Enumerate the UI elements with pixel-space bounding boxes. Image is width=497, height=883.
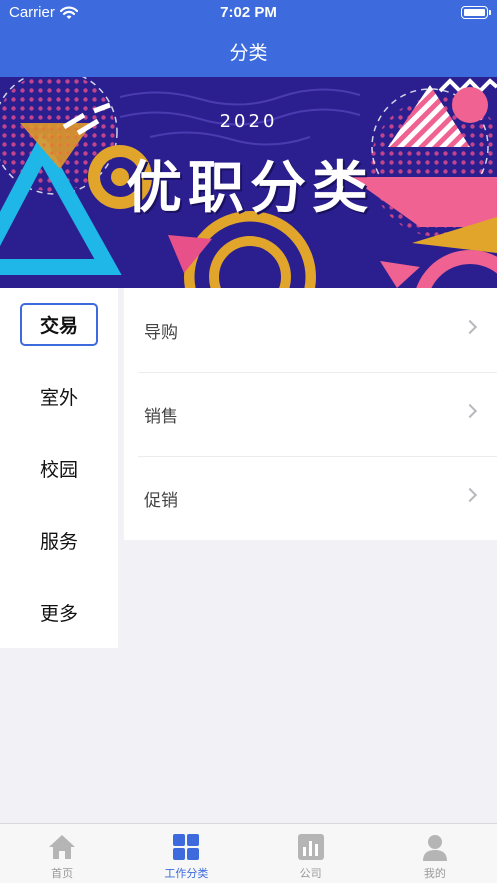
tab-company[interactable]: 公司: [249, 824, 373, 883]
status-time: 7:02 PM: [220, 4, 277, 21]
tab-label: 公司: [299, 867, 322, 880]
chevron-right-icon: [462, 319, 478, 335]
tab-profile[interactable]: 我的: [373, 824, 497, 883]
category-sidebar: 交易 室外 校园 服务 更多: [0, 288, 118, 823]
battery-icon: [461, 6, 491, 19]
list-item-label: 销售: [144, 406, 178, 427]
status-bar: Carrier 7:02 PM: [0, 0, 497, 28]
grid-icon: [173, 834, 200, 860]
tab-label: 我的: [423, 867, 446, 880]
sidebar-item-label: 室外: [39, 386, 78, 409]
subcategory-panel: 导购 销售 促销: [118, 288, 497, 823]
list-item-shopping-guide[interactable]: 导购: [124, 288, 497, 372]
list-item-sales[interactable]: 销售: [124, 372, 497, 456]
user-icon: [422, 835, 447, 861]
sidebar-item-label: 校园: [39, 458, 78, 481]
list-item-label: 促销: [144, 490, 178, 511]
chevron-right-icon: [462, 403, 478, 419]
tab-label: 首页: [51, 867, 74, 880]
tab-bar: 首页 工作分类 公司 我的: [0, 823, 497, 883]
chevron-right-icon: [462, 487, 478, 503]
tab-home[interactable]: 首页: [0, 824, 124, 883]
sidebar-item-more[interactable]: 更多: [0, 576, 118, 648]
bar-chart-icon: [297, 834, 324, 860]
subcategory-list: 导购 销售 促销: [124, 288, 497, 540]
sidebar-item-campus[interactable]: 校园: [0, 432, 118, 504]
list-item-label: 导购: [144, 322, 178, 343]
sidebar-item-outdoor[interactable]: 室外: [0, 360, 118, 432]
page-title: 分类: [229, 42, 268, 64]
banner-title: 优职分类: [126, 155, 374, 221]
home-icon: [49, 835, 76, 859]
list-item-promotion[interactable]: 促销: [124, 456, 497, 540]
banner-image[interactable]: 2020 优职分类: [0, 77, 497, 288]
sidebar-item-label: 服务: [39, 530, 78, 553]
sidebar-item-trade[interactable]: 交易: [0, 288, 118, 360]
tab-work-categories[interactable]: 工作分类: [124, 824, 248, 883]
banner-year: 2020: [219, 111, 278, 132]
sidebar-item-service[interactable]: 服务: [0, 504, 118, 576]
header: Carrier 7:02 PM 分类: [0, 0, 497, 77]
category-list: 交易 室外 校园 服务 更多: [0, 288, 118, 648]
tab-label: 工作分类: [164, 867, 209, 880]
sidebar-item-label: 更多: [39, 602, 78, 625]
sidebar-item-label: 交易: [19, 302, 98, 346]
